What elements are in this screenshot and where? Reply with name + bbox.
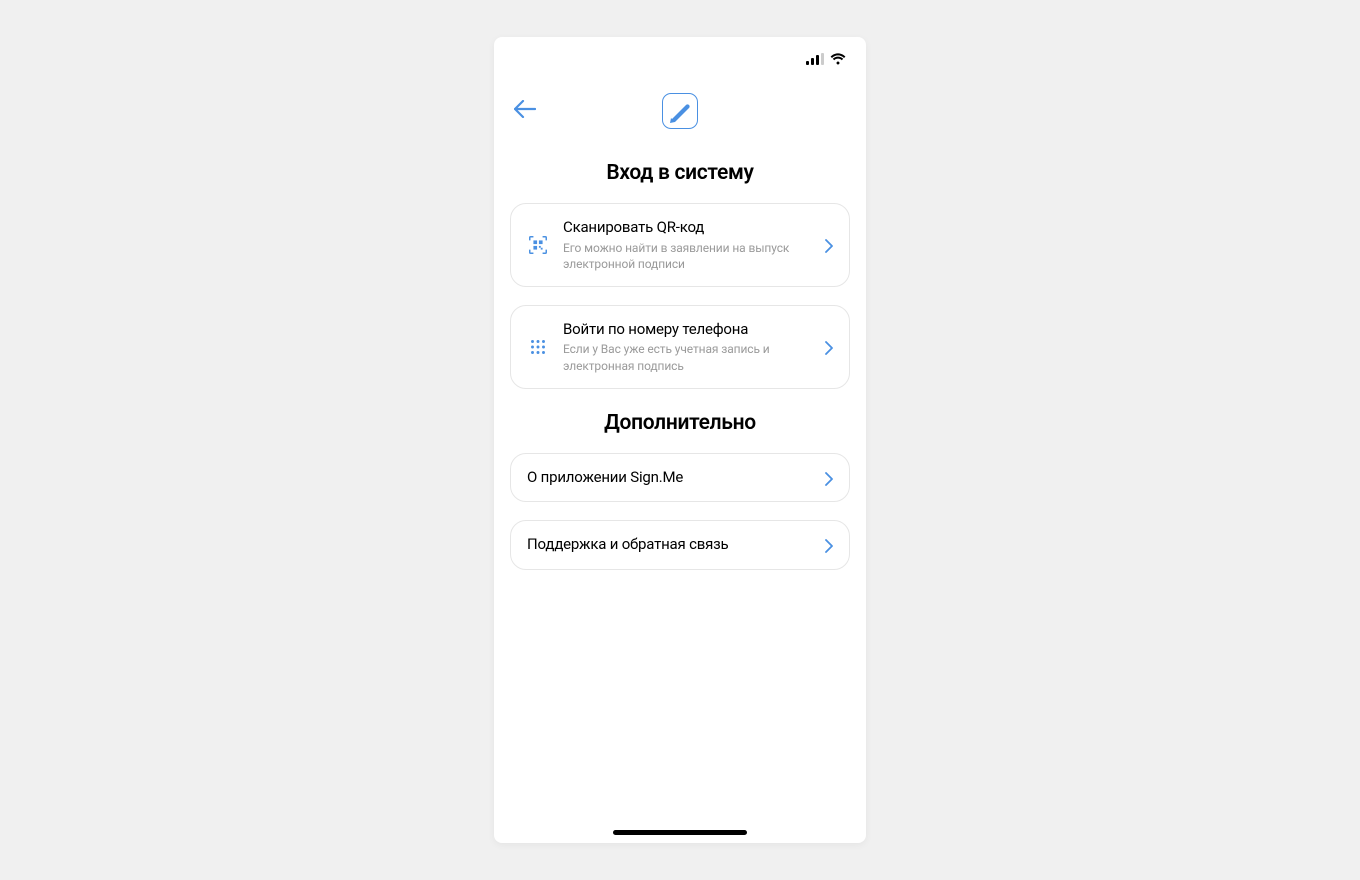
support-option[interactable]: Поддержка и обратная связь	[510, 520, 850, 570]
card-title: Поддержка и обратная связь	[527, 535, 811, 555]
card-title: О приложении Sign.Me	[527, 468, 811, 488]
extra-section-title: Дополнительно	[510, 411, 850, 435]
header	[494, 81, 866, 141]
chevron-right-icon	[825, 538, 833, 552]
status-bar	[494, 37, 866, 81]
card-body: О приложении Sign.Me	[527, 468, 811, 488]
about-app-option[interactable]: О приложении Sign.Me	[510, 453, 850, 503]
login-section-title: Вход в систему	[510, 161, 850, 185]
cellular-icon	[806, 53, 824, 65]
chevron-right-icon	[825, 238, 833, 252]
chevron-right-icon	[825, 471, 833, 485]
card-body: Поддержка и обратная связь	[527, 535, 811, 555]
content: Вход в систему Сканировать QR-код Его мо…	[494, 161, 866, 570]
card-body: Войти по номеру телефона Если у Вас уже …	[563, 320, 811, 374]
keypad-icon	[527, 336, 549, 358]
phone-frame: Вход в систему Сканировать QR-код Его мо…	[494, 37, 866, 843]
scan-qr-option[interactable]: Сканировать QR-код Его можно найти в зая…	[510, 203, 850, 287]
card-subtitle: Если у Вас уже есть учетная запись и эле…	[563, 341, 811, 373]
chevron-right-icon	[825, 340, 833, 354]
phone-login-option[interactable]: Войти по номеру телефона Если у Вас уже …	[510, 305, 850, 389]
card-title: Сканировать QR-код	[563, 218, 811, 238]
qr-icon	[527, 234, 549, 256]
back-button[interactable]	[514, 100, 536, 122]
home-indicator[interactable]	[613, 830, 747, 835]
app-logo	[662, 93, 698, 129]
card-subtitle: Его можно найти в заявлении на выпуск эл…	[563, 240, 811, 272]
card-body: Сканировать QR-код Его можно найти в зая…	[563, 218, 811, 272]
card-title: Войти по номеру телефона	[563, 320, 811, 340]
wifi-icon	[830, 53, 846, 65]
